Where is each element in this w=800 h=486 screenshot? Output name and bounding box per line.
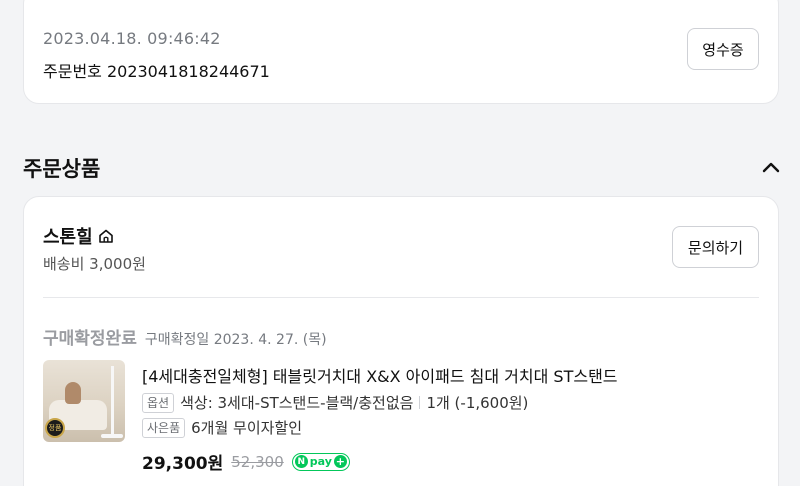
- price: 29,300원: [142, 454, 224, 474]
- purchase-confirm-date: 구매확정일 2023. 4. 27. (목): [144, 332, 327, 348]
- naver-n-icon: N: [294, 455, 308, 468]
- gift-text: 6개월 무이자할인: [191, 419, 303, 437]
- order-timestamp: 2023.04.18. 09:46:42: [43, 29, 221, 48]
- divider: [43, 297, 759, 298]
- gift-row: 사은품 6개월 무이자할인: [142, 417, 302, 438]
- npay-plus-badge: N pay +: [291, 452, 350, 471]
- option-row: 옵션 색상: 3세대-ST스탠드-블랙/충전없음 1개 (-1,600원): [142, 392, 528, 413]
- order-product-card: 스톤힐 배송비 3,000원 문의하기 구매확정완료 구매확정일 2023. 4…: [23, 196, 779, 486]
- shipping-fee: 배송비 3,000원: [43, 255, 146, 273]
- seller-name[interactable]: 스톤힐: [43, 223, 93, 249]
- npay-text: pay: [309, 455, 332, 468]
- chevron-up-icon[interactable]: [760, 156, 782, 178]
- plus-icon: +: [333, 455, 347, 468]
- receipt-button[interactable]: 영수증: [687, 28, 759, 70]
- option-quantity: 1개 (-1,600원): [426, 394, 529, 412]
- original-price: 52,300: [231, 452, 284, 471]
- option-text: 색상: 3세대-ST스탠드-블랙/충전없음: [180, 394, 414, 412]
- option-separator: [419, 396, 421, 409]
- home-icon[interactable]: [97, 227, 115, 245]
- inquiry-button[interactable]: 문의하기: [672, 226, 759, 268]
- order-number: 주문번호 2023041818244671: [43, 62, 270, 81]
- price-row: 29,300원 52,300 N pay +: [142, 449, 350, 474]
- product-thumbnail[interactable]: 정품: [43, 360, 125, 442]
- person-shape: [65, 382, 81, 404]
- purchase-status: 구매확정완료: [43, 329, 137, 349]
- option-tag: 옵션: [142, 392, 175, 413]
- seller-header[interactable]: 스톤힐: [43, 223, 115, 249]
- order-info-card: 2023.04.18. 09:46:42 주문번호 20230418182446…: [23, 0, 779, 104]
- stand-base-shape: [101, 434, 123, 438]
- gift-tag: 사은품: [142, 417, 186, 438]
- purchase-status-row: 구매확정완료 구매확정일 2023. 4. 27. (목): [43, 324, 327, 349]
- section-title: 주문상품: [23, 157, 101, 181]
- stand-shape: [111, 366, 114, 436]
- product-title[interactable]: [4세대충전일체형] 태블릿거치대 X&X 아이패드 침대 거치대 ST스탠드: [142, 363, 618, 387]
- genuine-badge: 정품: [45, 418, 65, 438]
